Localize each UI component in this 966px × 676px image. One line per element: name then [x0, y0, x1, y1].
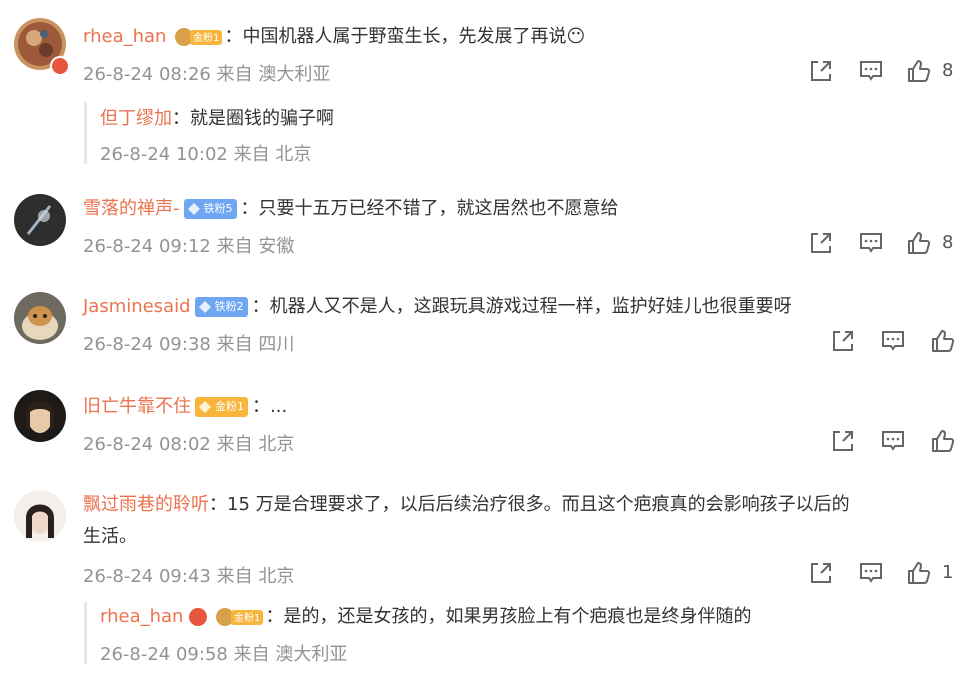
comment-username[interactable]: Jasminesaid [83, 296, 191, 317]
comment-item: Jasminesaid 铁粉2 ：机器人又不是人，这跟玩具游戏过程一样，监护好娃儿也… [0, 280, 966, 380]
comment-location: 来自 澳大利亚 [216, 64, 331, 85]
like-icon[interactable] [906, 560, 932, 586]
comment-time: 26-8-24 08:02 [83, 434, 211, 455]
comment-username[interactable]: rhea_han [83, 26, 166, 47]
share-icon[interactable] [808, 58, 834, 84]
comment-item: rhea_han 金粉1 ：中国机器人属于野蛮生长，先发展了再说😶 26-8-24 … [0, 0, 966, 180]
reply-text: ：是的，还是女孩的，如果男孩脸上有个疤痕也是终身伴随的 [265, 606, 752, 627]
share-icon[interactable] [830, 428, 856, 454]
comment-icon[interactable] [880, 428, 906, 454]
comment-text: ：中国机器人属于野蛮生长，先发展了再说 [224, 26, 567, 47]
badge-label: 金粉1 [215, 400, 244, 413]
comment-icon[interactable] [880, 328, 906, 354]
like-count: 8 [942, 60, 954, 81]
comment-text: ：15 万是合理要求了，以后后续治疗很多。而且这个疤痕真的会影响孩子以后的 [209, 494, 850, 515]
comment-time: 26-8-24 08:26 [83, 64, 211, 85]
like-icon[interactable] [906, 230, 932, 256]
emoji: 😶 [566, 26, 586, 47]
fan-badge[interactable]: 铁粉5 [183, 199, 237, 219]
comment-text-continued: 生活。 [83, 526, 137, 547]
comment-username[interactable]: 飘过雨巷的聆听 [83, 494, 209, 515]
like-count: 1 [942, 562, 954, 583]
reply-username[interactable]: 但丁缪加 [100, 108, 172, 129]
comment-item: 旧亡牛靠不住 金粉1 ：... 26-8-24 08:02 来自 北京 [0, 380, 966, 480]
reply-item: 但丁缪加：就是圈钱的骗子啊 26-8-24 10:02 来自 北京 [84, 102, 334, 165]
avatar[interactable] [14, 18, 70, 76]
comment-text: ：只要十五万已经不错了，就这居然也不愿意给 [240, 198, 619, 219]
comment-location: 来自 安徽 [216, 236, 295, 257]
avatar[interactable] [14, 490, 66, 542]
fan-badge[interactable]: 金粉1 [172, 26, 223, 48]
share-icon[interactable] [830, 328, 856, 354]
comment-location: 来自 四川 [216, 334, 295, 355]
fan-badge[interactable]: 金粉1 [195, 397, 248, 417]
comment-username[interactable]: 旧亡牛靠不住 [83, 396, 191, 417]
badge-label: 金粉1 [193, 31, 219, 44]
reply-time: 26-8-24 10:02 [100, 144, 228, 165]
fan-badge[interactable]: 金粉1 [213, 606, 264, 628]
reply-item: rhea_han 金粉1 ：是的，还是女孩的，如果男孩脸上有个疤痕也是终身伴随的 2… [84, 602, 751, 665]
badge-label: 铁粉5 [203, 202, 233, 215]
avatar-image [14, 292, 66, 344]
like-icon[interactable] [930, 328, 956, 354]
comment-location: 来自 北京 [216, 566, 295, 587]
reply-location: 来自 澳大利亚 [233, 644, 348, 665]
like-icon[interactable] [930, 428, 956, 454]
share-icon[interactable] [808, 230, 834, 256]
diamond-icon [199, 401, 211, 413]
comment-item: 雪落的禅声- 铁粉5 ：只要十五万已经不错了，就这居然也不愿意给 26-8-24 0… [0, 180, 966, 280]
badge-label: 金粉1 [234, 611, 260, 624]
like-icon[interactable] [906, 58, 932, 84]
comment-icon[interactable] [858, 560, 884, 586]
badge-label: 铁粉2 [214, 300, 244, 313]
verified-icon [50, 56, 70, 76]
comment-time: 26-8-24 09:12 [83, 236, 211, 257]
reply-location: 来自 北京 [233, 144, 312, 165]
reply-time: 26-8-24 09:58 [100, 644, 228, 665]
fan-badge[interactable]: 铁粉2 [194, 297, 248, 317]
comment-username[interactable]: 雪落的禅声- [83, 198, 180, 219]
comment-text: ：... [252, 396, 288, 417]
like-count: 8 [942, 232, 954, 253]
reply-text: ：就是圈钱的骗子啊 [172, 108, 334, 129]
comment-time: 26-8-24 09:43 [83, 566, 211, 587]
diamond-icon [198, 301, 211, 313]
avatar[interactable] [14, 390, 66, 442]
avatar[interactable] [14, 194, 66, 246]
share-icon[interactable] [808, 560, 834, 586]
avatar-image [14, 490, 66, 542]
comment-text: ：机器人又不是人，这跟玩具游戏过程一样，监护好娃儿也很重要呀 [251, 296, 792, 317]
avatar[interactable] [14, 292, 66, 344]
comment-time: 26-8-24 09:38 [83, 334, 211, 355]
comment-item: 飘过雨巷的聆听：15 万是合理要求了，以后后续治疗很多。而且这个疤痕真的会影响孩… [0, 480, 966, 676]
comment-icon[interactable] [858, 230, 884, 256]
avatar-image [14, 194, 66, 246]
verified-icon [189, 608, 208, 626]
avatar-image [14, 390, 66, 442]
reply-username[interactable]: rhea_han [100, 606, 183, 627]
comment-location: 来自 北京 [216, 434, 295, 455]
comment-icon[interactable] [858, 58, 884, 84]
diamond-icon [187, 203, 200, 215]
